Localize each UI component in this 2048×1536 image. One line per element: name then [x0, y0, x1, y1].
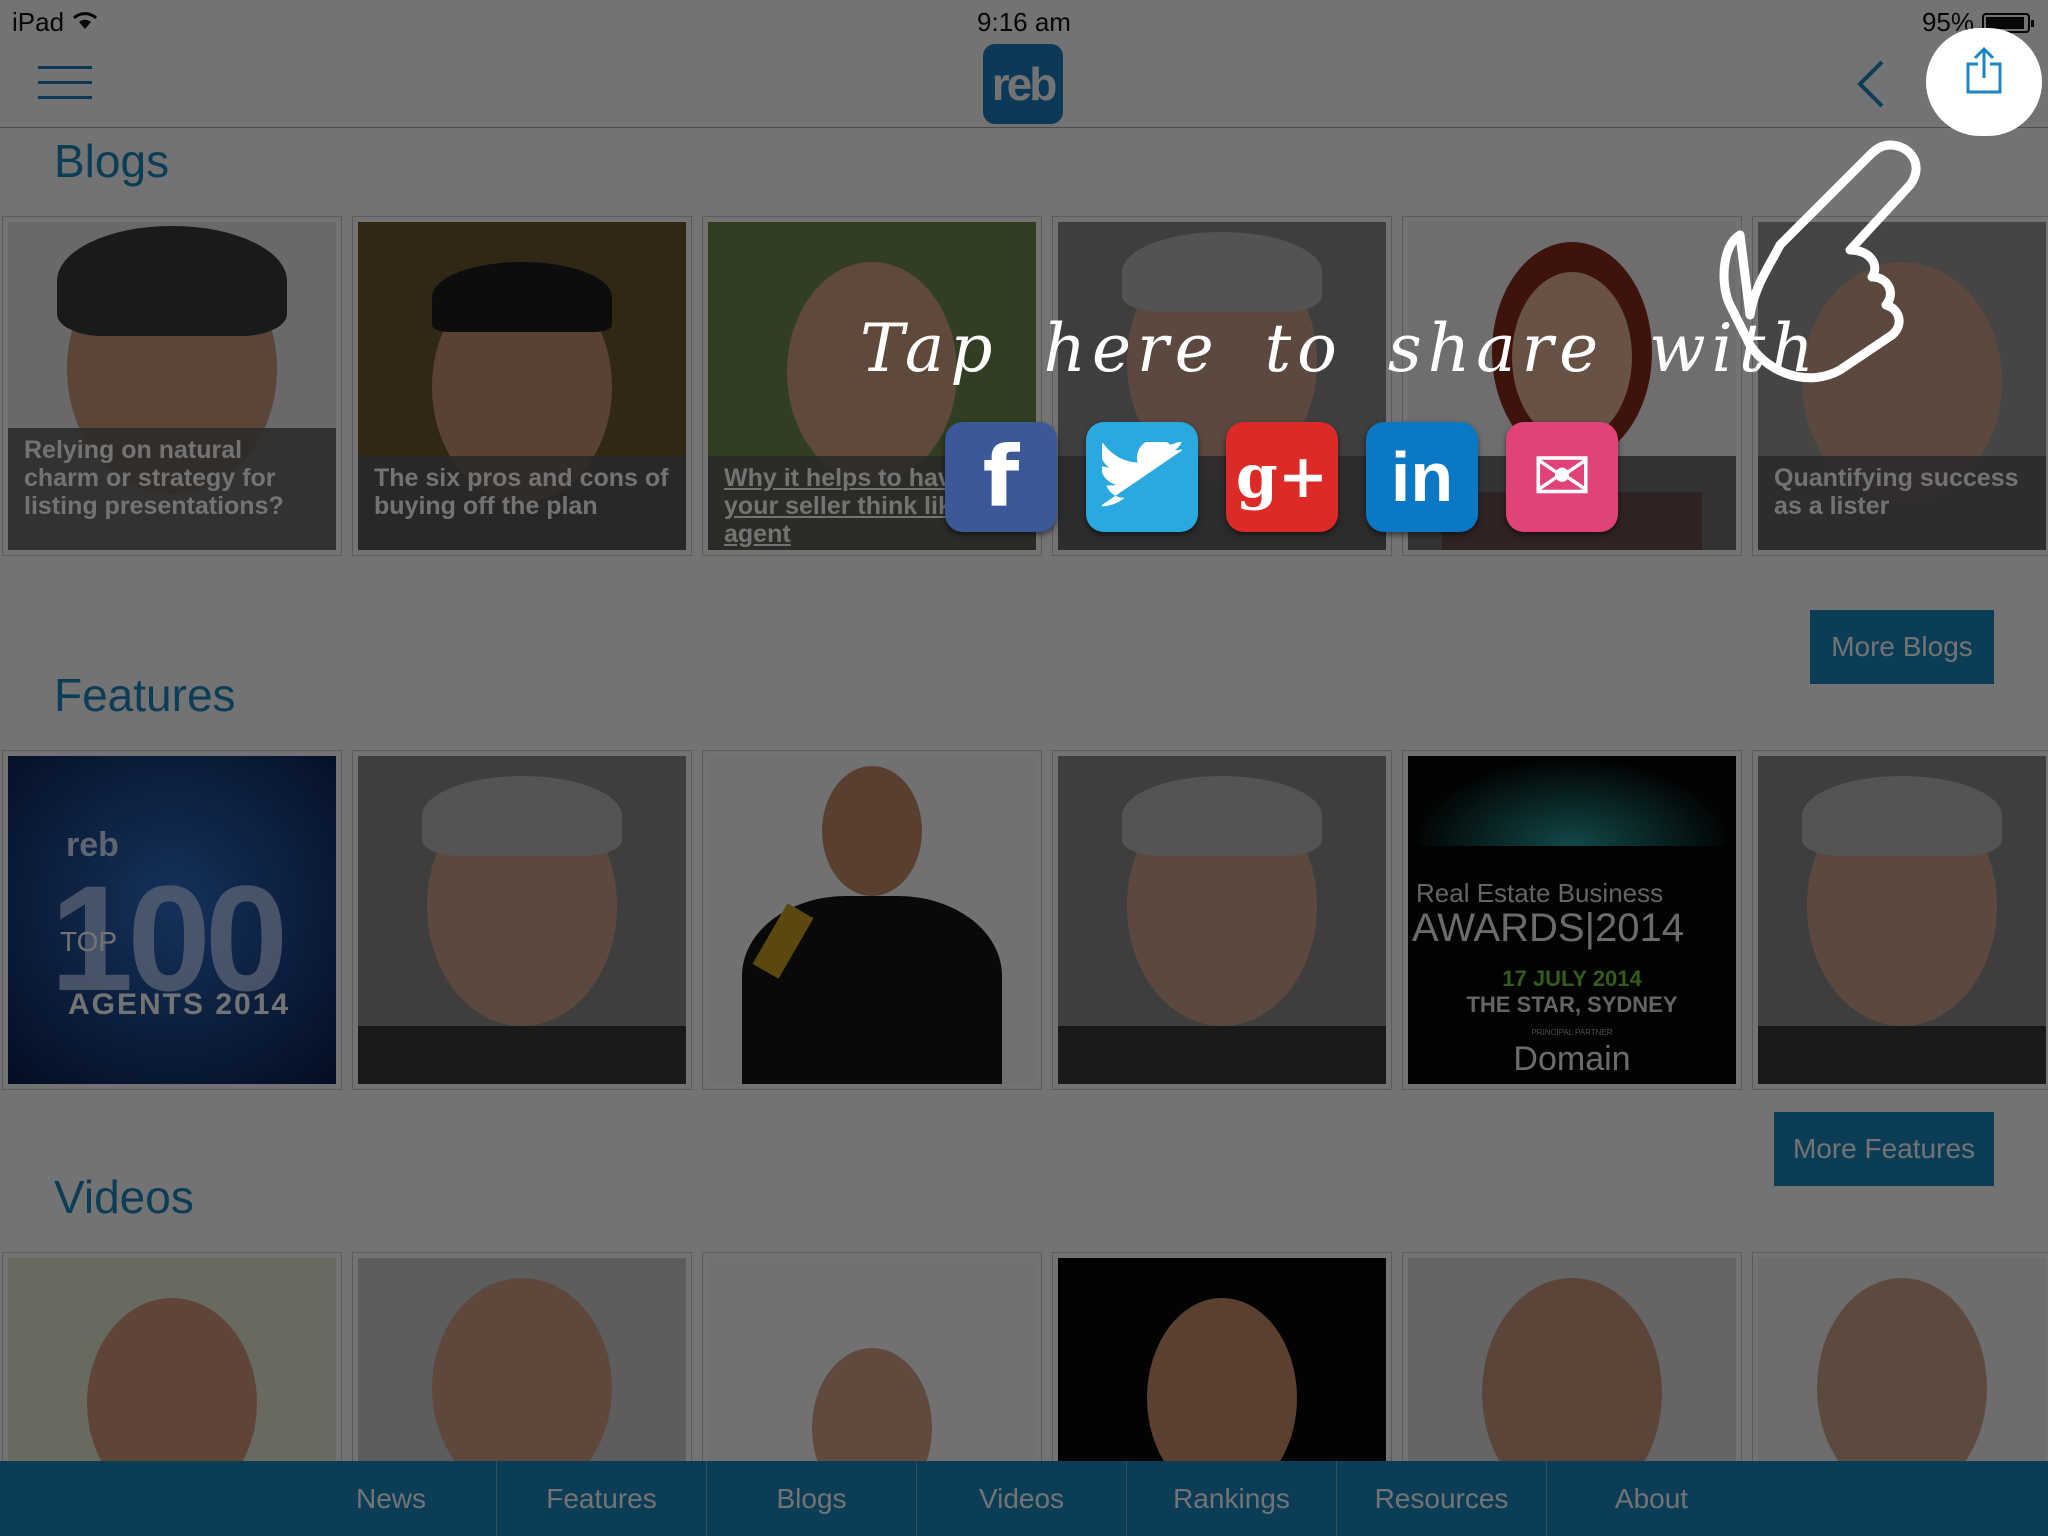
- feature-tile[interactable]: Real Estate Business AWARDS|2014 17 JULY…: [1402, 750, 1742, 1090]
- awards-date: 17 JULY 2014: [1502, 966, 1642, 991]
- awards-venue: THE STAR, SYDNEY: [1466, 992, 1678, 1017]
- blog-caption: The six pros and cons of buying off the …: [358, 456, 686, 550]
- tab-resources[interactable]: Resources: [1336, 1461, 1546, 1536]
- linkedin-icon[interactable]: in: [1366, 422, 1478, 532]
- tab-about[interactable]: About: [1546, 1461, 1756, 1536]
- awards-line1: Real Estate Business: [1416, 878, 1664, 908]
- tab-blogs[interactable]: Blogs: [706, 1461, 916, 1536]
- pointing-hand-icon: [1710, 125, 1940, 390]
- status-time: 9:16 am: [977, 7, 1071, 37]
- share-button[interactable]: [1926, 28, 2042, 136]
- feature-tile[interactable]: [352, 750, 692, 1090]
- feature-tile[interactable]: [1052, 750, 1392, 1090]
- feature-tile[interactable]: [1752, 750, 2048, 1090]
- google-plus-icon[interactable]: g+: [1226, 422, 1338, 532]
- awards-partner: Domain: [1513, 1040, 1631, 1078]
- status-bar: iPad 9:16 am 95%: [0, 0, 2048, 40]
- tab-features[interactable]: Features: [496, 1461, 706, 1536]
- blogs-section-title: Blogs: [54, 135, 170, 187]
- blog-caption: Relying on natural charm or strategy for…: [8, 428, 336, 550]
- blog-tile[interactable]: Relying on natural charm or strategy for…: [2, 216, 342, 556]
- more-features-button[interactable]: More Features: [1774, 1112, 1994, 1186]
- tab-videos[interactable]: Videos: [916, 1461, 1126, 1536]
- top100-top: TOP: [60, 926, 118, 957]
- app-logo[interactable]: reb: [983, 44, 1063, 124]
- more-blogs-button[interactable]: More Blogs: [1810, 610, 1994, 684]
- menu-icon[interactable]: [38, 66, 92, 102]
- tutorial-tap-text: Tap here to share with: [860, 310, 1820, 387]
- blog-tile[interactable]: The six pros and cons of buying off the …: [352, 216, 692, 556]
- twitter-icon[interactable]: t: [1086, 422, 1198, 532]
- bottom-tab-bar: News Features Blogs Videos Rankings Reso…: [0, 1461, 2048, 1536]
- back-chevron-icon[interactable]: [1850, 56, 1890, 112]
- tab-news[interactable]: News: [286, 1461, 496, 1536]
- awards-partner-label: PRINCIPAL PARTNER: [1531, 1028, 1613, 1037]
- facebook-icon[interactable]: f: [945, 422, 1057, 532]
- feature-tile[interactable]: [702, 750, 1042, 1090]
- share-icon: [1966, 46, 2002, 94]
- blog-caption: Quantifying success as a lister: [1758, 456, 2046, 550]
- tab-rankings[interactable]: Rankings: [1126, 1461, 1336, 1536]
- awards-line2: AWARDS|2014: [1412, 906, 1684, 950]
- videos-section-title: Videos: [54, 1171, 194, 1223]
- top100-subtitle: AGENTS 2014: [68, 988, 291, 1021]
- email-icon[interactable]: ✉: [1506, 422, 1618, 532]
- feature-tile[interactable]: reb 100 TOP AGENTS 2014: [2, 750, 342, 1090]
- features-section-title: Features: [54, 669, 236, 721]
- top-navbar: reb: [0, 40, 2048, 128]
